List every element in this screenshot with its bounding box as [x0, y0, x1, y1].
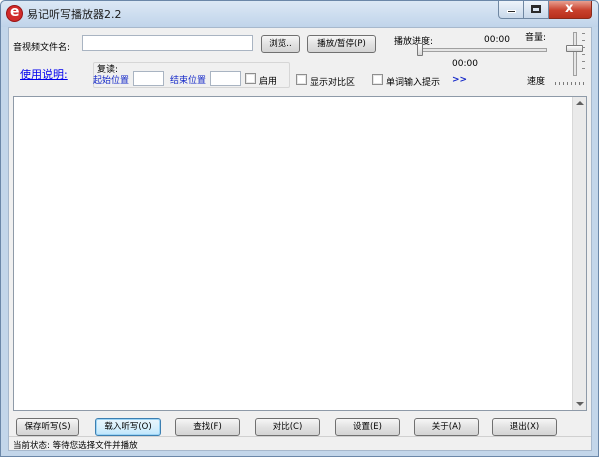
progress-slider-track[interactable]: [421, 48, 547, 52]
find-button[interactable]: 查找(F): [175, 418, 240, 436]
time-total: 00:00: [484, 35, 510, 45]
start-position-input[interactable]: [133, 71, 164, 86]
status-text: 当前状态: 等待您选择文件并播放: [13, 441, 138, 451]
load-dictation-button[interactable]: 载入听写(O): [95, 418, 161, 436]
word-hint-checkbox[interactable]: [372, 74, 383, 85]
progress-slider-thumb[interactable]: [417, 43, 423, 56]
volume-slider-thumb[interactable]: [566, 45, 583, 52]
progress-label: 播放进度:: [394, 37, 434, 47]
compare-button[interactable]: 对比(C): [255, 418, 320, 436]
app-logo-icon: [6, 4, 23, 22]
end-position-label: 结束位置: [170, 76, 207, 86]
status-bar: 当前状态: 等待您选择文件并播放: [9, 436, 591, 451]
maximize-icon: [531, 5, 541, 13]
browse-button[interactable]: 浏览..: [261, 35, 300, 53]
end-position-input[interactable]: [210, 71, 241, 86]
speed-slider[interactable]: [555, 82, 585, 85]
minimize-button[interactable]: [498, 1, 524, 19]
app-window: 易记听写播放器2.2 x 音视频文件名: 浏览.. 播放/暂停(P) 播放进度:…: [0, 0, 599, 457]
about-button[interactable]: 关于(A): [414, 418, 479, 436]
volume-label: 音量:: [525, 33, 547, 43]
word-hint-label: 单词输入提示: [386, 78, 441, 88]
title-bar[interactable]: 易记听写播放器2.2 x: [1, 1, 598, 27]
close-button[interactable]: x: [549, 1, 592, 19]
maximize-button[interactable]: [524, 1, 549, 19]
save-dictation-button[interactable]: 保存听写(S): [16, 418, 79, 436]
dictation-text-area[interactable]: [13, 96, 587, 411]
file-input[interactable]: [82, 35, 253, 51]
enable-repeat-label: 启用: [259, 77, 278, 87]
exit-button[interactable]: 退出(X): [492, 418, 557, 436]
usage-link[interactable]: 使用说明:: [20, 66, 68, 82]
show-compare-label: 显示对比区: [310, 78, 356, 88]
show-compare-checkbox[interactable]: [296, 74, 307, 85]
enable-repeat-checkbox[interactable]: [245, 73, 256, 84]
play-pause-button[interactable]: 播放/暂停(P): [307, 35, 376, 53]
start-position-label: 起始位置: [93, 76, 130, 86]
close-icon: x: [565, 1, 574, 16]
scroll-down-icon[interactable]: [576, 402, 584, 406]
dictation-text: [14, 97, 586, 101]
scroll-up-icon[interactable]: [576, 101, 584, 105]
settings-button[interactable]: 设置(E): [335, 418, 400, 436]
minimize-icon: [507, 10, 516, 13]
volume-slider-track[interactable]: [573, 32, 577, 76]
more-options-link[interactable]: >>: [452, 75, 467, 85]
window-controls: x: [498, 1, 592, 19]
window-title: 易记听写播放器2.2: [27, 8, 122, 21]
speed-label: 速度: [527, 77, 546, 87]
file-label: 音视频文件名:: [13, 43, 71, 53]
client-area: 音视频文件名: 浏览.. 播放/暂停(P) 播放进度: 00:00 00:00 …: [8, 27, 592, 451]
volume-ticks: [582, 33, 585, 75]
vertical-scrollbar[interactable]: [572, 97, 586, 410]
time-current: 00:00: [452, 59, 478, 69]
